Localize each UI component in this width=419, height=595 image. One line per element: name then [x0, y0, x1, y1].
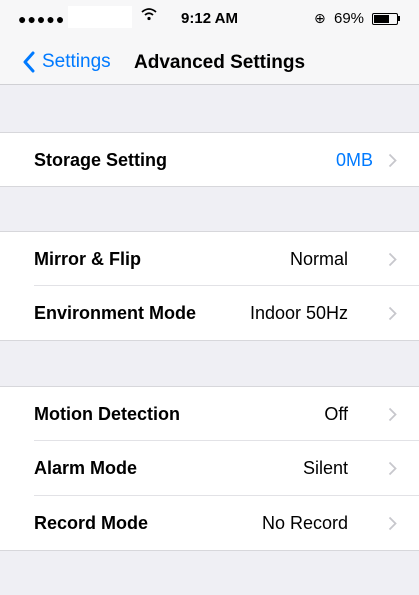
battery-percentage: 69% — [334, 10, 365, 27]
row-value: Normal — [289, 249, 348, 269]
back-button-label: Settings — [42, 51, 111, 72]
row-label: Storage Setting — [34, 150, 168, 170]
row-label: Environment Mode — [34, 303, 197, 323]
row-value: 0MB — [335, 150, 373, 170]
settings-row-record-mode[interactable]: Record Mode No Record — [0, 496, 419, 551]
chevron-right-icon — [388, 516, 397, 531]
row-label: Alarm Mode — [34, 458, 138, 478]
settings-row-environment-mode[interactable]: Environment Mode Indoor 50Hz — [0, 286, 419, 341]
chevron-right-icon — [388, 461, 397, 476]
chevron-right-icon — [388, 252, 397, 267]
orientation-lock-icon: ⊕ — [314, 10, 326, 26]
battery-icon — [372, 13, 398, 25]
settings-row-storage[interactable]: Storage Setting 0MB — [0, 132, 419, 187]
page-title: Advanced Settings — [134, 52, 306, 73]
back-button[interactable]: Settings — [22, 48, 111, 76]
row-label: Motion Detection — [34, 404, 180, 424]
battery-nub — [398, 16, 400, 21]
battery-fill — [374, 15, 389, 23]
settings-row-mirror-flip[interactable]: Mirror & Flip Normal — [0, 231, 419, 286]
status-bar: ●●●●● 9:12 AM ⊕ 69% — [0, 0, 419, 40]
row-label: Record Mode — [34, 513, 149, 533]
row-value: Off — [324, 404, 348, 424]
settings-row-alarm-mode[interactable]: Alarm Mode Silent — [0, 441, 419, 496]
chevron-right-icon — [388, 306, 397, 321]
chevron-left-icon — [23, 51, 35, 73]
row-label: Mirror & Flip — [34, 249, 141, 269]
chevron-right-icon — [388, 407, 397, 422]
row-value: No Record — [261, 513, 348, 533]
settings-row-motion-detection[interactable]: Motion Detection Off — [0, 386, 419, 441]
navigation-bar: Settings Advanced Settings — [0, 40, 419, 85]
chevron-right-icon — [388, 153, 397, 168]
row-value: Indoor 50Hz — [249, 303, 348, 323]
row-value: Silent — [302, 458, 348, 478]
